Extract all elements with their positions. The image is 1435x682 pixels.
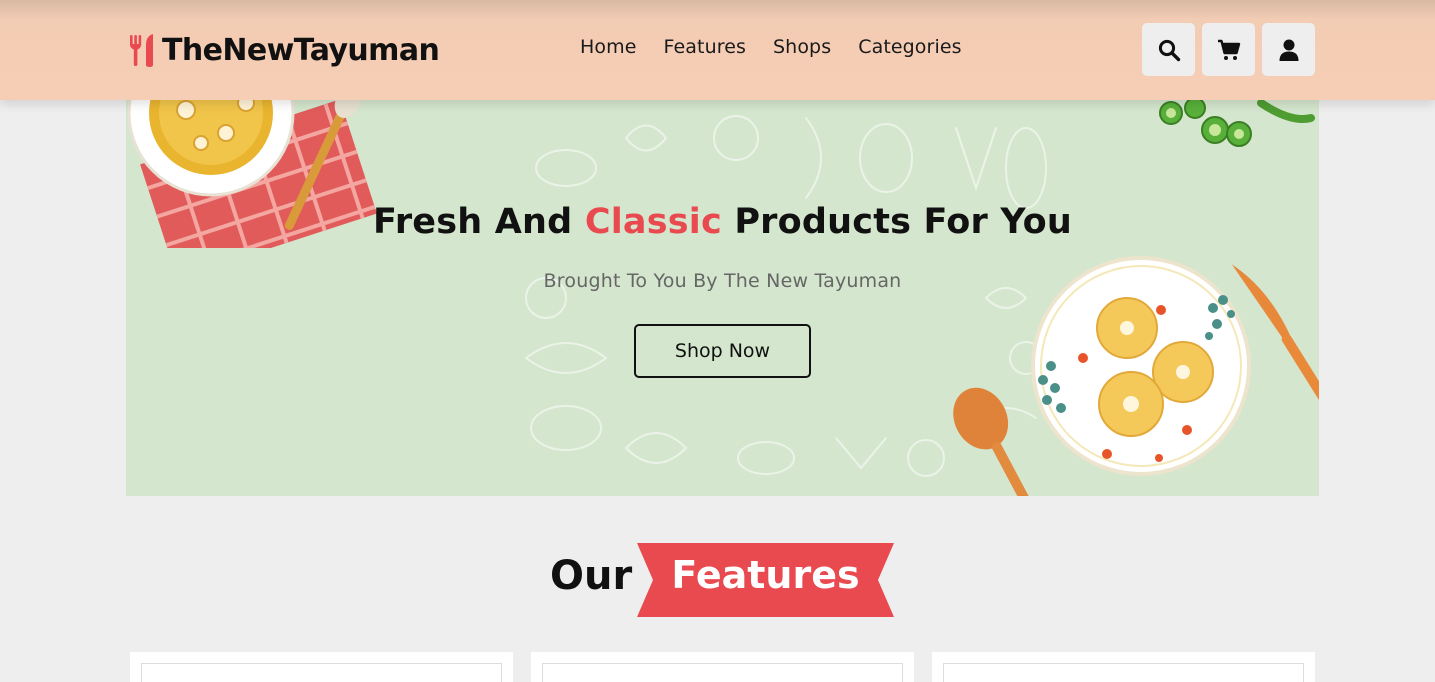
hero-title: Fresh And Classic Products For You [372, 202, 1073, 242]
site-header: TheNewTayuman Home Features Shops Catego… [0, 0, 1435, 100]
feature-card [932, 652, 1315, 682]
feature-card [531, 652, 914, 682]
green-peppers-illustration [1159, 98, 1315, 147]
features-heading-accent: Features [671, 553, 860, 597]
nav-features[interactable]: Features [664, 36, 747, 58]
hero-title-accent: Classic [584, 202, 722, 242]
shop-now-button[interactable]: Shop Now [634, 324, 811, 378]
features-heading-our: Our [550, 553, 633, 599]
features-heading: Our Features [0, 543, 1435, 617]
utensils-icon [130, 34, 153, 67]
search-button[interactable] [1142, 23, 1195, 76]
site-logo[interactable]: TheNewTayuman [128, 30, 440, 70]
features-ribbon: Features [637, 543, 894, 617]
feature-card [130, 652, 513, 682]
hero-subtitle: Brought To You By The New Tayuman [543, 270, 902, 292]
account-button[interactable] [1262, 23, 1315, 76]
nav-categories[interactable]: Categories [858, 36, 961, 58]
user-icon [1279, 39, 1298, 61]
hero-banner: Fresh And Classic Products For You Broug… [126, 98, 1319, 496]
logo-text: TheNewTayuman [162, 32, 440, 68]
cart-icon [1217, 39, 1240, 60]
cart-button[interactable] [1202, 23, 1255, 76]
nav-home[interactable]: Home [580, 36, 637, 58]
main-nav: Home Features Shops Categories [580, 36, 962, 58]
header-icons [1142, 23, 1315, 76]
nav-shops[interactable]: Shops [773, 36, 831, 58]
search-icon [1158, 39, 1180, 61]
